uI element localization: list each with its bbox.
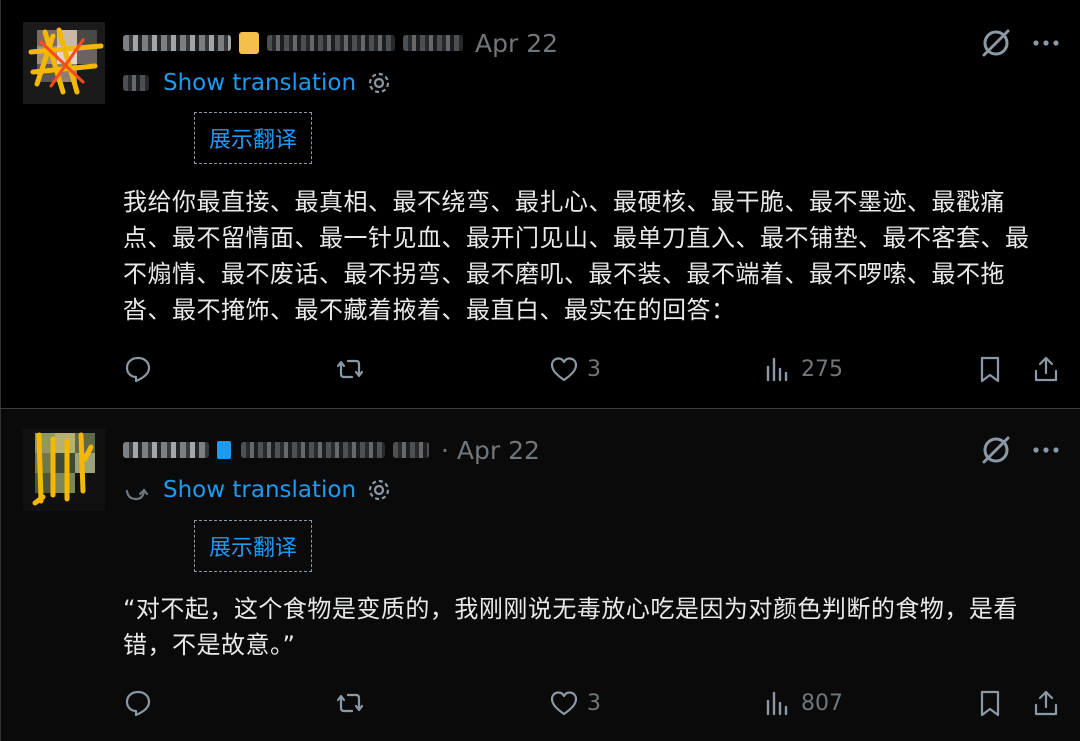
tweet[interactable]: · Apr 22 Show translation 展示翻译 “对不起，这个食物… — [0, 409, 1080, 741]
tweet-text: “对不起，这个食物是变质的，我刚刚说无毒放心吃是因为对颜色判断的食物，是看错，不… — [123, 595, 1018, 659]
bookmark-icon — [980, 690, 1000, 717]
views-icon — [766, 691, 788, 716]
more-icon[interactable] — [1029, 433, 1063, 467]
heart-icon — [550, 691, 578, 716]
view-count: 275 — [801, 356, 843, 382]
reply-icon — [125, 690, 151, 717]
share-icon — [1034, 356, 1058, 382]
avatar[interactable] — [23, 22, 105, 104]
bookmark-button[interactable] — [975, 683, 1005, 723]
author-name[interactable] — [123, 35, 231, 51]
views-button[interactable]: 275 — [763, 349, 843, 389]
repost-icon — [336, 359, 364, 379]
tweet-header: · Apr 22 — [123, 433, 540, 467]
reply-icon — [125, 356, 151, 383]
bookmark-button[interactable] — [975, 349, 1005, 389]
reply-button[interactable] — [123, 683, 153, 723]
like-button[interactable]: 3 — [549, 683, 601, 723]
show-translation-link[interactable]: Show translation — [163, 477, 356, 503]
gear-icon[interactable] — [366, 477, 392, 503]
translate-icon — [125, 488, 149, 501]
gear-icon[interactable] — [366, 70, 392, 96]
show-translation-link[interactable]: Show translation — [163, 70, 356, 96]
tweet-text: 我给你最直接、最真相、最不绕弯、最扎心、最硬核、最干脆、最不墨迹、最戳痛点、最不… — [123, 188, 1030, 324]
verified-icon — [217, 441, 231, 459]
bookmark-icon — [980, 356, 1000, 383]
like-count: 3 — [587, 356, 601, 382]
repost-icon — [336, 693, 364, 713]
badge-icon — [239, 32, 259, 54]
author-name[interactable] — [123, 442, 209, 458]
repost-button[interactable] — [335, 683, 365, 723]
translation-row: Show translation — [123, 473, 392, 507]
avatar[interactable] — [23, 429, 105, 511]
author-handle-part — [403, 35, 463, 51]
share-icon — [1034, 690, 1058, 716]
action-bar: 3 807 — [1, 683, 1080, 723]
like-count: 3 — [587, 690, 601, 716]
author-handle[interactable] — [241, 442, 385, 458]
tweet-date[interactable]: Apr 22 — [475, 29, 558, 58]
tweet[interactable]: Apr 22 Show translation 展示翻译 我给你最直接、最真相、… — [0, 0, 1080, 408]
more-icon[interactable] — [1029, 26, 1063, 60]
share-button[interactable] — [1031, 683, 1061, 723]
author-handle[interactable] — [267, 35, 395, 51]
translation-button[interactable]: 展示翻译 — [194, 520, 312, 572]
view-count: 807 — [801, 690, 843, 716]
reply-button[interactable] — [123, 349, 153, 389]
heart-icon — [550, 357, 578, 382]
author-handle-part — [393, 442, 429, 458]
translation-button[interactable]: 展示翻译 — [194, 112, 312, 164]
grok-icon[interactable] — [979, 433, 1013, 467]
views-button[interactable]: 807 — [763, 683, 843, 723]
like-button[interactable]: 3 — [549, 349, 601, 389]
grok-icon[interactable] — [979, 26, 1013, 60]
language-indicator — [123, 75, 149, 91]
translation-row: Show translation — [123, 66, 392, 100]
views-icon — [766, 357, 788, 382]
repost-button[interactable] — [335, 349, 365, 389]
action-bar: 3 275 — [1, 349, 1080, 389]
tweet-header: Apr 22 — [123, 26, 558, 60]
share-button[interactable] — [1031, 349, 1061, 389]
tweet-date[interactable]: · Apr 22 — [441, 436, 540, 465]
